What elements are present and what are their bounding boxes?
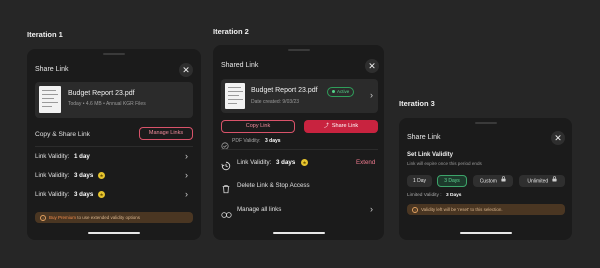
link-validity-value: 3 days — [276, 159, 296, 166]
lock-icon — [501, 175, 506, 187]
validity-value: 1 day — [74, 153, 90, 160]
share-link-panel-iteration-1: Share Link ✕ Budget Report 23.pdf Today … — [27, 49, 201, 240]
chip-unlimited[interactable]: Unlimited — [519, 175, 565, 187]
chip-unlimited-label: Unlimited — [527, 178, 549, 185]
share-icon: ⤴ — [323, 123, 329, 129]
home-indicator — [459, 231, 512, 234]
chevron-right-icon: › — [185, 151, 188, 161]
premium-coin-icon: ★ — [98, 172, 105, 179]
chevron-right-icon: › — [185, 189, 188, 199]
panel-title: Share Link — [407, 134, 441, 141]
manage-all-links-label: Manage all links — [237, 206, 282, 213]
pdf-validity-value: 3 days — [265, 138, 281, 144]
link-icon — [221, 206, 232, 224]
copy-link-button[interactable]: Copy Link — [221, 120, 295, 133]
home-indicator — [88, 231, 140, 234]
chip-custom-label: Custom — [479, 178, 497, 185]
file-thumbnail — [225, 83, 245, 109]
link-validity-label: Link Validity: — [237, 159, 272, 166]
iteration-1-title: Iteration 1 — [27, 30, 63, 39]
file-card[interactable]: Budget Report 23.pdf Active Date created… — [221, 79, 378, 113]
premium-coin-icon: ★ — [98, 191, 105, 198]
iteration-2-title: Iteration 2 — [213, 27, 249, 36]
file-meta: Today • 4.6 MB • Annual KGR Files — [68, 101, 146, 107]
chip-1-day[interactable]: 1 Day — [407, 175, 432, 187]
lock-icon — [552, 175, 557, 187]
chip-custom[interactable]: Custom — [473, 175, 513, 187]
drag-handle[interactable] — [287, 49, 310, 51]
timer-refresh-icon — [221, 158, 231, 176]
delete-link-label: Delete Link & Stop Access — [237, 182, 310, 189]
extend-link[interactable]: Extend — [356, 159, 375, 166]
chevron-right-icon: › — [370, 90, 373, 100]
pdf-check-icon — [221, 137, 229, 155]
drag-handle[interactable] — [474, 122, 497, 124]
panel-title: Shared Link — [221, 62, 259, 69]
limited-validity-label: Limited Validity : — [407, 193, 442, 198]
shared-link-panel-iteration-2: Shared Link ✕ Budget Report 23.pdf Activ… — [213, 45, 384, 240]
chevron-right-icon: › — [370, 204, 373, 214]
home-indicator — [272, 231, 325, 234]
validity-value: 3 days — [74, 191, 94, 198]
premium-warning-banner: ! Buy Premium to use extended validity op… — [35, 212, 193, 223]
trash-icon — [221, 181, 231, 199]
warning-text: to use extended validity options — [76, 215, 141, 220]
panel-title: Share Link — [35, 66, 69, 73]
file-name: Budget Report 23.pdf — [251, 87, 318, 94]
close-button[interactable]: ✕ — [365, 59, 379, 73]
file-thumbnail — [39, 86, 61, 113]
share-link-panel-iteration-3: Share Link ✕ Set Link Validity Link will… — [399, 118, 572, 240]
validity-label: Link Validity: — [35, 191, 70, 198]
chip-3-days[interactable]: 3 Days — [437, 175, 467, 187]
validity-value: 3 days — [74, 172, 94, 179]
validity-label: Link Validity: — [35, 172, 70, 179]
manage-links-button[interactable]: Manage Links — [139, 127, 193, 140]
share-link-button[interactable]: ⤴ Share Link — [304, 120, 378, 133]
iteration-3-title: Iteration 3 — [399, 99, 435, 108]
file-card[interactable]: Budget Report 23.pdf Today • 4.6 MB • An… — [35, 82, 193, 118]
limited-validity-value: 3 Days — [446, 193, 462, 198]
reset-warning-banner: ! Validity left will be 'reset' to this s… — [407, 204, 565, 215]
info-icon: ! — [40, 214, 46, 221]
status-badge-label: Active — [337, 89, 350, 94]
set-validity-heading: Set Link Validity — [407, 152, 454, 158]
buy-premium-link[interactable]: Buy Premium — [49, 215, 76, 220]
info-icon: ! — [412, 206, 418, 213]
drag-handle[interactable] — [103, 53, 125, 55]
reset-warning-text: Validity left will be 'reset' to this se… — [421, 207, 503, 212]
pdf-validity-label: PDF Validity: — [232, 138, 261, 144]
status-badge: Active — [327, 87, 355, 97]
file-name: Budget Report 23.pdf — [68, 90, 135, 97]
premium-coin-icon: ★ — [301, 159, 308, 166]
set-validity-subtext: Link will expire once this period ends — [407, 161, 482, 166]
close-button[interactable]: ✕ — [551, 131, 565, 145]
close-button[interactable]: ✕ — [179, 63, 193, 77]
chevron-right-icon: › — [185, 170, 188, 180]
share-link-label: Share Link — [331, 123, 359, 129]
validity-label: Link Validity: — [35, 153, 70, 160]
copy-share-label: Copy & Share Link — [35, 131, 90, 138]
file-meta: Date created: 9/03/23 — [251, 99, 300, 105]
